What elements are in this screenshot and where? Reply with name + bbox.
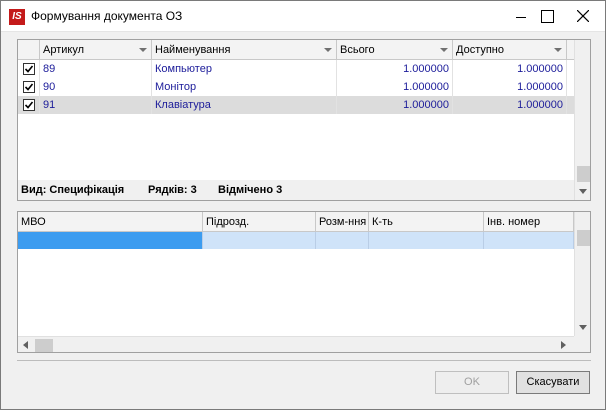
status-view: Вид: Специфікація <box>21 184 125 196</box>
status-marked-count: Відмічено 3 <box>218 184 283 196</box>
cell-name: Компьютер <box>152 60 337 78</box>
ok-button[interactable]: OK <box>435 371 509 394</box>
cell-total: 1.000000 <box>337 96 453 114</box>
dropdown-arrow-icon[interactable] <box>440 48 448 52</box>
scrollbar-thumb[interactable] <box>577 230 590 246</box>
close-icon <box>577 10 589 22</box>
scrollbar-thumb[interactable] <box>577 166 590 182</box>
specification-grid[interactable]: Артикул Найменування Всього Доступно 89 … <box>17 39 591 201</box>
cell-total: 1.000000 <box>337 60 453 78</box>
header-total[interactable]: Всього <box>337 40 453 60</box>
cell-inventory-number[interactable] <box>484 232 574 249</box>
scroll-left-arrow-icon[interactable] <box>23 341 28 349</box>
checkmark-icon <box>24 101 34 109</box>
cell-article: 89 <box>40 60 152 78</box>
close-button[interactable] <box>561 1 605 32</box>
checkmark-icon <box>24 65 34 73</box>
app-logo-icon: IS <box>9 9 25 25</box>
dropdown-arrow-icon[interactable] <box>554 48 562 52</box>
dropdown-arrow-icon[interactable] <box>139 48 147 52</box>
cancel-button[interactable]: Скасувати <box>516 371 590 394</box>
vertical-scrollbar[interactable] <box>574 212 590 336</box>
row-checkbox-cell <box>18 78 40 96</box>
cell-total: 1.000000 <box>337 78 453 96</box>
grid-header: Артикул Найменування Всього Доступно <box>18 40 574 60</box>
table-row[interactable]: 90 Монітор 1.000000 1.000000 <box>18 78 574 96</box>
cell-department[interactable] <box>203 232 316 249</box>
header-article-label: Артикул <box>43 44 85 56</box>
vertical-scrollbar[interactable] <box>574 40 590 200</box>
cell-available: 1.000000 <box>453 60 567 78</box>
status-row-count: Рядків: 3 <box>148 184 197 196</box>
header-mvo[interactable]: МВО <box>18 212 203 232</box>
dropdown-arrow-icon[interactable] <box>324 48 332 52</box>
cell-name: Монітор <box>152 78 337 96</box>
assignment-grid[interactable]: МВО Підрозд. Розм-ння К-ть Інв. номер <box>17 211 591 353</box>
title-bar[interactable]: IS Формування документа ОЗ <box>1 1 605 32</box>
row-checkbox-cell <box>18 60 40 78</box>
cell-article: 91 <box>40 96 152 114</box>
cell-mvo[interactable] <box>18 232 203 249</box>
scroll-down-arrow-icon[interactable] <box>579 325 587 330</box>
window-title: Формування документа ОЗ <box>31 9 183 23</box>
cell-article: 90 <box>40 78 152 96</box>
table-row[interactable]: 89 Компьютер 1.000000 1.000000 <box>18 60 574 78</box>
grid-status-bar: Вид: Специфікація Рядків: 3 Відмічено 3 <box>18 180 574 200</box>
table-row-selected[interactable] <box>18 232 574 249</box>
row-checkbox[interactable] <box>23 99 35 111</box>
dialog-window: IS Формування документа ОЗ Артикул Найме… <box>0 0 606 410</box>
cell-available: 1.000000 <box>453 78 567 96</box>
header-department[interactable]: Підрозд. <box>203 212 316 232</box>
header-name-label: Найменування <box>155 44 231 56</box>
header-available[interactable]: Доступно <box>453 40 567 60</box>
cell-quantity[interactable] <box>369 232 484 249</box>
row-checkbox-cell <box>18 96 40 114</box>
minimize-button[interactable] <box>507 1 535 32</box>
header-inventory-number[interactable]: Інв. номер <box>484 212 574 232</box>
header-total-label: Всього <box>340 44 375 56</box>
row-checkbox[interactable] <box>23 81 35 93</box>
header-checkbox-column[interactable] <box>18 40 40 60</box>
scrollbar-corner <box>574 336 590 352</box>
row-checkbox[interactable] <box>23 63 35 75</box>
grid-header: МВО Підрозд. Розм-ння К-ть Інв. номер <box>18 212 574 232</box>
scroll-down-arrow-icon[interactable] <box>579 189 587 194</box>
header-placement[interactable]: Розм-ння <box>316 212 369 232</box>
header-quantity[interactable]: К-ть <box>369 212 484 232</box>
divider <box>17 360 591 361</box>
scroll-right-arrow-icon[interactable] <box>561 341 566 349</box>
maximize-button[interactable] <box>533 1 561 32</box>
table-row-selected[interactable]: 91 Клавіатура 1.000000 1.000000 <box>18 96 574 114</box>
cell-placement[interactable] <box>316 232 369 249</box>
header-available-label: Доступно <box>456 44 505 56</box>
checkmark-icon <box>24 83 34 91</box>
cell-available: 1.000000 <box>453 96 567 114</box>
scrollbar-thumb[interactable] <box>35 339 53 352</box>
cell-name: Клавіатура <box>152 96 337 114</box>
header-name[interactable]: Найменування <box>152 40 337 60</box>
header-article[interactable]: Артикул <box>40 40 152 60</box>
horizontal-scrollbar[interactable] <box>18 336 574 352</box>
